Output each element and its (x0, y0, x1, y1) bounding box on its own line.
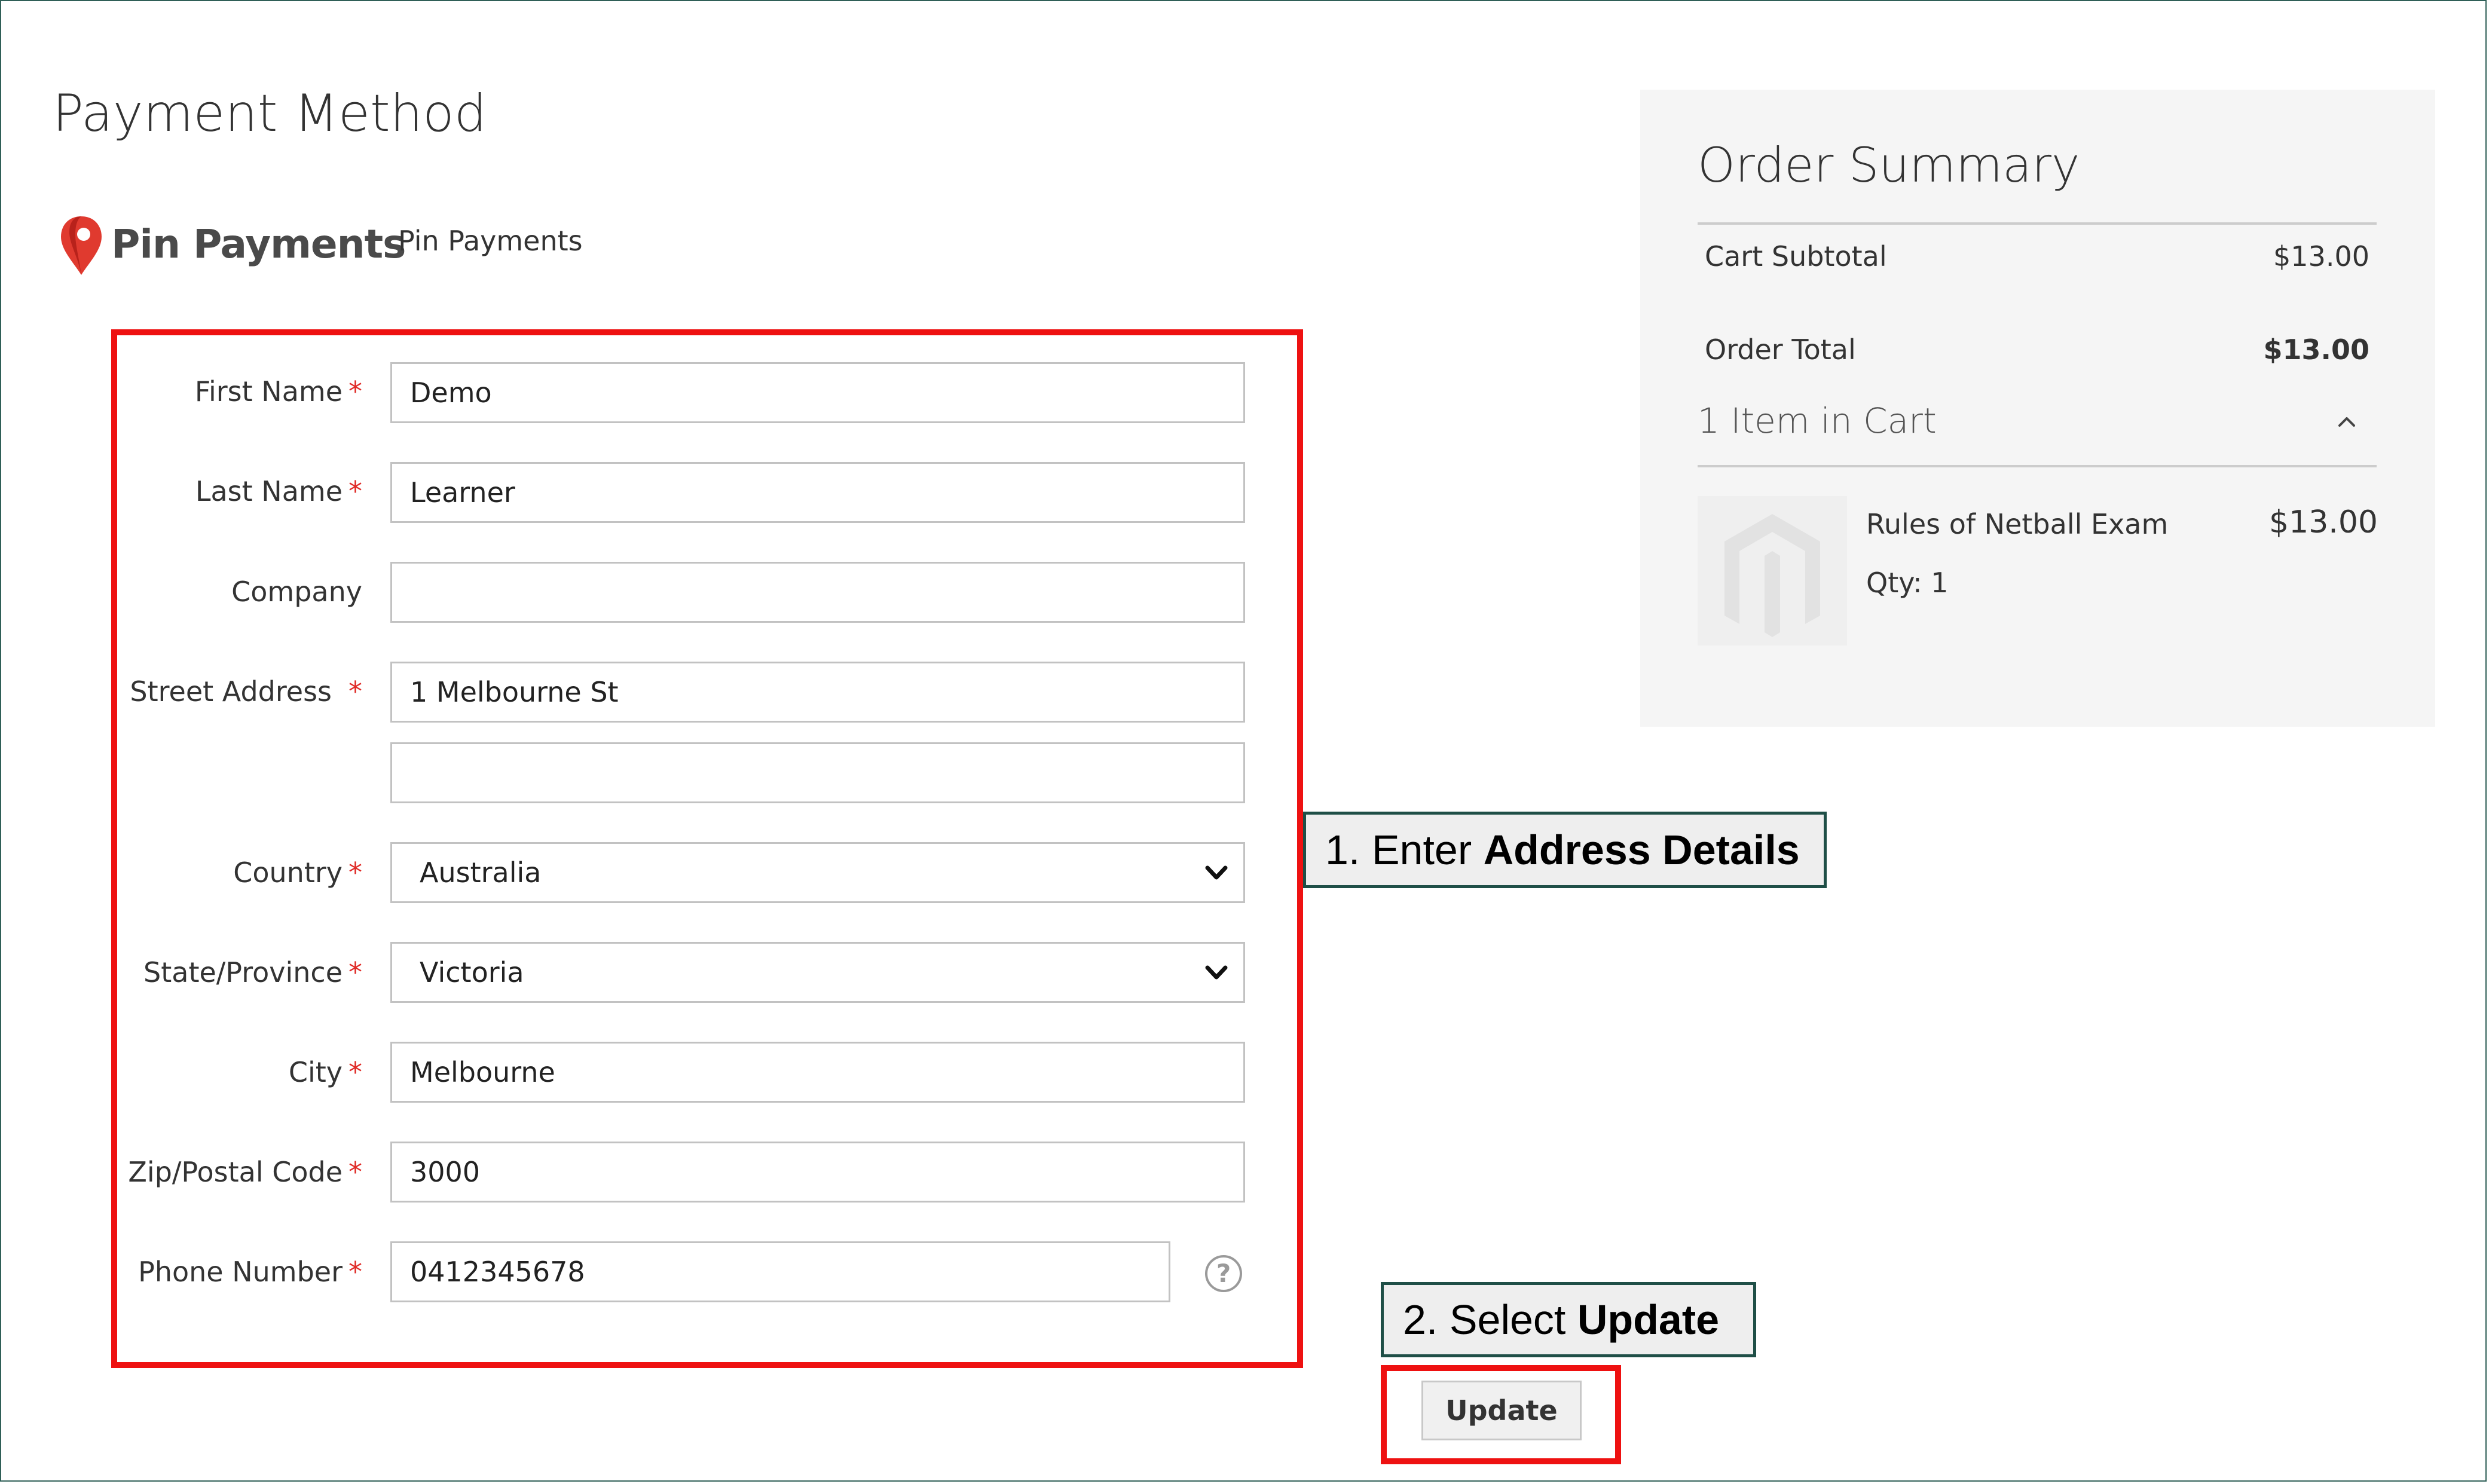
country-select[interactable]: Australia (390, 842, 1245, 903)
order-total-value: $13.00 (2263, 333, 2369, 366)
street-address-line2-input[interactable] (390, 742, 1245, 803)
step2-callout: 2. Select Update (1381, 1282, 1756, 1357)
phone-number-label: Phone Number * (138, 1256, 362, 1288)
city-input[interactable]: Melbourne (390, 1042, 1245, 1103)
divider (1698, 222, 2377, 225)
street-address-line1-input[interactable]: 1 Melbourne St (390, 662, 1245, 723)
street-address-label: Street Address * (130, 675, 362, 708)
pin-payments-logo-icon (61, 216, 102, 275)
update-button[interactable]: Update (1421, 1381, 1582, 1440)
zip-postal-code-input[interactable]: 3000 (390, 1142, 1245, 1203)
first-name-input[interactable]: Demo (390, 362, 1245, 423)
payment-method-label[interactable]: Pin Payments (398, 225, 583, 257)
state-province-select[interactable]: Victoria (390, 942, 1245, 1003)
product-price: $13.00 (2269, 504, 2378, 540)
pin-payments-brand: Pin Payments (111, 221, 406, 267)
cart-subtotal-label: Cart Subtotal (1705, 240, 1887, 273)
items-in-cart-toggle[interactable]: 1 Item in Cart (1698, 400, 1937, 441)
company-input[interactable] (390, 562, 1245, 623)
company-label: Company (231, 576, 362, 608)
chevron-up-icon[interactable] (2335, 410, 2359, 434)
state-province-select-value: Victoria (420, 956, 524, 989)
last-name-input[interactable]: Learner (390, 462, 1245, 523)
country-label: Country * (233, 856, 362, 889)
divider (1698, 465, 2377, 467)
page-title: Payment Method (53, 84, 487, 143)
chevron-down-icon (1205, 865, 1228, 880)
cart-subtotal-value: $13.00 (2273, 240, 2369, 273)
city-label: City * (288, 1056, 362, 1088)
order-summary-panel: Order Summary Cart Subtotal $13.00 Order… (1640, 90, 2435, 727)
magento-placeholder-icon (1724, 514, 1820, 637)
product-thumbnail (1698, 496, 1847, 645)
step1-callout: 1. Enter Address Details (1303, 812, 1827, 888)
phone-number-input[interactable]: 0412345678 (390, 1241, 1170, 1302)
order-summary-title: Order Summary (1698, 137, 2080, 193)
product-name: Rules of Netball Exam (1866, 508, 2169, 540)
state-province-label: State/Province * (143, 956, 362, 989)
first-name-label: First Name * (194, 375, 362, 408)
country-select-value: Australia (420, 856, 542, 889)
chevron-down-icon (1205, 965, 1228, 980)
product-qty: Qty: 1 (1866, 567, 1949, 599)
last-name-label: Last Name * (195, 475, 362, 507)
order-total-label: Order Total (1705, 333, 1856, 366)
help-tooltip-icon[interactable]: ? (1205, 1255, 1242, 1292)
zip-postal-code-label: Zip/Postal Code * (128, 1156, 362, 1188)
